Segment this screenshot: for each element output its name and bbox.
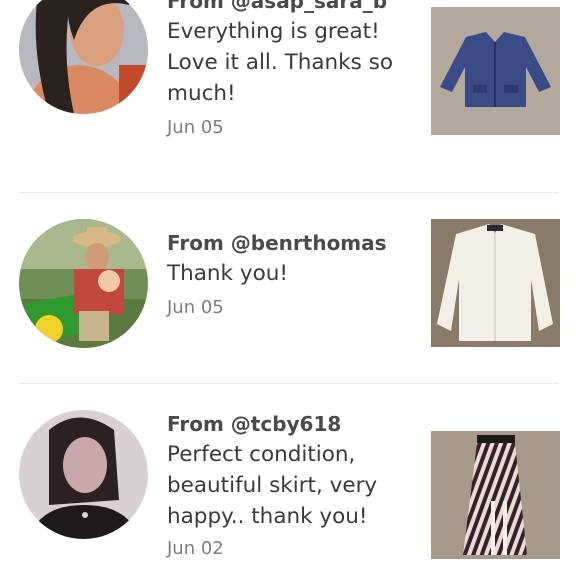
avatar-photo-icon [19, 410, 148, 539]
avatar-photo-icon [19, 219, 148, 348]
review-date: Jun 05 [167, 117, 224, 138]
divider [20, 192, 559, 193]
divider [20, 383, 559, 384]
review-date: Jun 05 [167, 297, 224, 318]
reviewer-avatar[interactable] [19, 0, 148, 114]
white-shirt-photo-icon [431, 219, 560, 347]
item-thumbnail[interactable] [431, 431, 560, 559]
review-date: Jun 02 [167, 538, 224, 559]
review-comment: Thank you! [167, 261, 288, 286]
review-comment: Everything is great! Love it all. Thanks… [167, 19, 393, 106]
striped-skirt-photo-icon [431, 431, 560, 559]
review-text-block: From @tcby618 Perfect condition, beautif… [167, 409, 412, 562]
blue-jacket-photo-icon [431, 7, 560, 135]
review-author[interactable]: From @tcby618 [167, 409, 412, 439]
review-comment: Perfect condition, beautiful skirt, very… [167, 442, 378, 529]
avatar-photo-icon [19, 0, 148, 114]
reviewer-avatar[interactable] [19, 410, 148, 539]
review-author[interactable]: From @asap_sara_b [167, 0, 412, 16]
review-author[interactable]: From @benrthomas [167, 228, 412, 258]
review-text-block: From @asap_sara_b Everything is great! L… [167, 0, 412, 141]
reviews-feed: From @asap_sara_b Everything is great! L… [0, 0, 579, 580]
reviewer-avatar[interactable] [19, 219, 148, 348]
item-thumbnail[interactable] [431, 7, 560, 135]
item-thumbnail[interactable] [431, 219, 560, 347]
review-text-block: From @benrthomas Thank you! Jun 05 [167, 228, 412, 321]
